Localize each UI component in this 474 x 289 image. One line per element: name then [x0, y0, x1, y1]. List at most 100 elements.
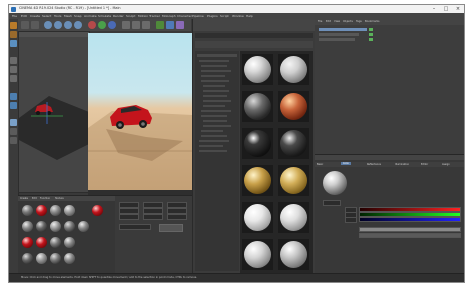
tab-color[interactable]: Color — [341, 162, 352, 165]
material-swatch[interactable] — [278, 54, 309, 85]
render-view[interactable] — [88, 33, 192, 190]
cube-icon[interactable] — [156, 21, 164, 29]
spline-icon[interactable] — [166, 21, 174, 29]
menu-item[interactable]: Simulate — [98, 14, 111, 18]
minimize-icon[interactable]: – — [428, 5, 440, 13]
material-thumb[interactable] — [64, 253, 75, 264]
tree-item[interactable] — [201, 115, 227, 117]
axis-mode-icon[interactable] — [10, 93, 17, 100]
tweak-mode-icon[interactable] — [10, 102, 17, 109]
object-row[interactable] — [319, 28, 367, 31]
menu-item[interactable]: File — [318, 20, 322, 23]
material-swatch[interactable] — [242, 239, 273, 270]
points-mode-icon[interactable] — [10, 57, 17, 64]
material-swatch[interactable] — [242, 91, 273, 122]
material-thumb[interactable] — [22, 237, 33, 248]
tree-item[interactable] — [201, 135, 227, 137]
menu-item[interactable]: Help — [246, 14, 253, 18]
material-swatch[interactable] — [242, 128, 273, 159]
material-thumb[interactable] — [64, 237, 75, 248]
menu-item[interactable]: File — [12, 14, 17, 18]
snap-icon[interactable] — [10, 119, 17, 126]
menu-item[interactable]: Window — [232, 14, 244, 18]
tree-item[interactable] — [203, 125, 231, 127]
menu-item[interactable]: Script — [220, 14, 229, 18]
tab-editor[interactable]: Editor — [421, 163, 428, 166]
polygons-mode-icon[interactable] — [10, 75, 17, 82]
material-thumb[interactable] — [64, 221, 75, 232]
material-thumb[interactable] — [22, 205, 33, 216]
render-settings-icon[interactable] — [142, 21, 150, 29]
material-swatch[interactable] — [278, 128, 309, 159]
tree-item[interactable] — [201, 65, 227, 67]
menu-item[interactable]: Motion Tracker — [138, 14, 160, 18]
size-z-field[interactable] — [143, 214, 163, 220]
tab-basic[interactable]: Basic — [317, 163, 323, 166]
menu-item[interactable]: Edit — [21, 14, 27, 18]
undo-icon[interactable] — [21, 21, 29, 29]
perspective-viewport[interactable] — [18, 31, 90, 193]
edges-mode-icon[interactable] — [10, 66, 17, 73]
material-thumb[interactable] — [50, 205, 61, 216]
material-swatch[interactable] — [242, 54, 273, 85]
material-thumb[interactable] — [22, 221, 33, 232]
menu-item[interactable]: Animate — [84, 14, 97, 18]
tree-item[interactable] — [201, 110, 231, 112]
tree-item[interactable] — [203, 85, 225, 87]
tree-item[interactable] — [201, 70, 231, 72]
planar-workplane-icon[interactable] — [10, 137, 17, 144]
x-axis-icon[interactable] — [88, 21, 96, 29]
menu-item[interactable]: Plugins — [207, 14, 218, 18]
tab-assign[interactable]: Assign — [442, 163, 450, 166]
tab-reflectance[interactable]: Reflectance — [367, 163, 381, 166]
material-thumb[interactable] — [36, 253, 47, 264]
coordinate-system-dropdown[interactable] — [119, 224, 151, 230]
visibility-icon[interactable] — [369, 38, 373, 41]
material-thumb[interactable] — [64, 205, 75, 216]
menu-item[interactable]: Mesh — [64, 14, 72, 18]
material-thumb[interactable] — [36, 221, 47, 232]
menu-item[interactable]: Snap — [74, 14, 82, 18]
tree-item[interactable] — [203, 120, 227, 122]
z-axis-icon[interactable] — [108, 21, 116, 29]
menu-item[interactable]: Tools — [54, 14, 61, 18]
subdivision-icon[interactable] — [176, 21, 184, 29]
menu-item[interactable]: MoGraph — [162, 14, 176, 18]
render-view-icon[interactable] — [122, 21, 130, 29]
menu-item[interactable]: Sculpt — [126, 14, 135, 18]
rotate-icon[interactable] — [74, 21, 82, 29]
scale-icon[interactable] — [64, 21, 72, 29]
menu-item[interactable]: Texture — [55, 197, 64, 200]
menu-item[interactable]: Edit — [326, 20, 331, 23]
tree-item[interactable] — [199, 150, 227, 152]
color-swatch-field[interactable] — [323, 200, 341, 206]
tree-item[interactable] — [203, 90, 229, 92]
tree-item[interactable] — [201, 75, 225, 77]
material-thumb[interactable] — [22, 253, 33, 264]
tree-item[interactable] — [203, 105, 225, 107]
preset-folder-tree[interactable] — [195, 51, 239, 271]
redo-icon[interactable] — [31, 21, 39, 29]
material-thumb[interactable] — [50, 221, 61, 232]
menu-item[interactable]: Create — [20, 197, 28, 200]
material-swatch[interactable] — [278, 165, 309, 196]
blue-channel-slider[interactable] — [359, 217, 461, 222]
menu-item[interactable]: Render — [113, 14, 124, 18]
rotation-b-field[interactable] — [167, 214, 187, 220]
menu-item[interactable]: Pipeline — [192, 14, 204, 18]
model-mode-icon[interactable] — [10, 22, 17, 29]
menu-item[interactable]: Character — [177, 14, 192, 18]
lock-workplane-icon[interactable] — [10, 128, 17, 135]
material-swatch[interactable] — [242, 165, 273, 196]
browser-search-input[interactable] — [195, 33, 313, 38]
material-swatch[interactable] — [278, 202, 309, 233]
material-swatch[interactable] — [278, 91, 309, 122]
menu-item[interactable]: View — [334, 20, 340, 23]
material-thumb[interactable] — [78, 221, 89, 232]
material-thumb[interactable] — [92, 205, 103, 216]
tree-item[interactable] — [199, 140, 229, 142]
material-swatch[interactable] — [242, 202, 273, 233]
menu-item[interactable]: Create — [30, 14, 40, 18]
y-axis-icon[interactable] — [98, 21, 106, 29]
object-row[interactable] — [319, 38, 355, 41]
